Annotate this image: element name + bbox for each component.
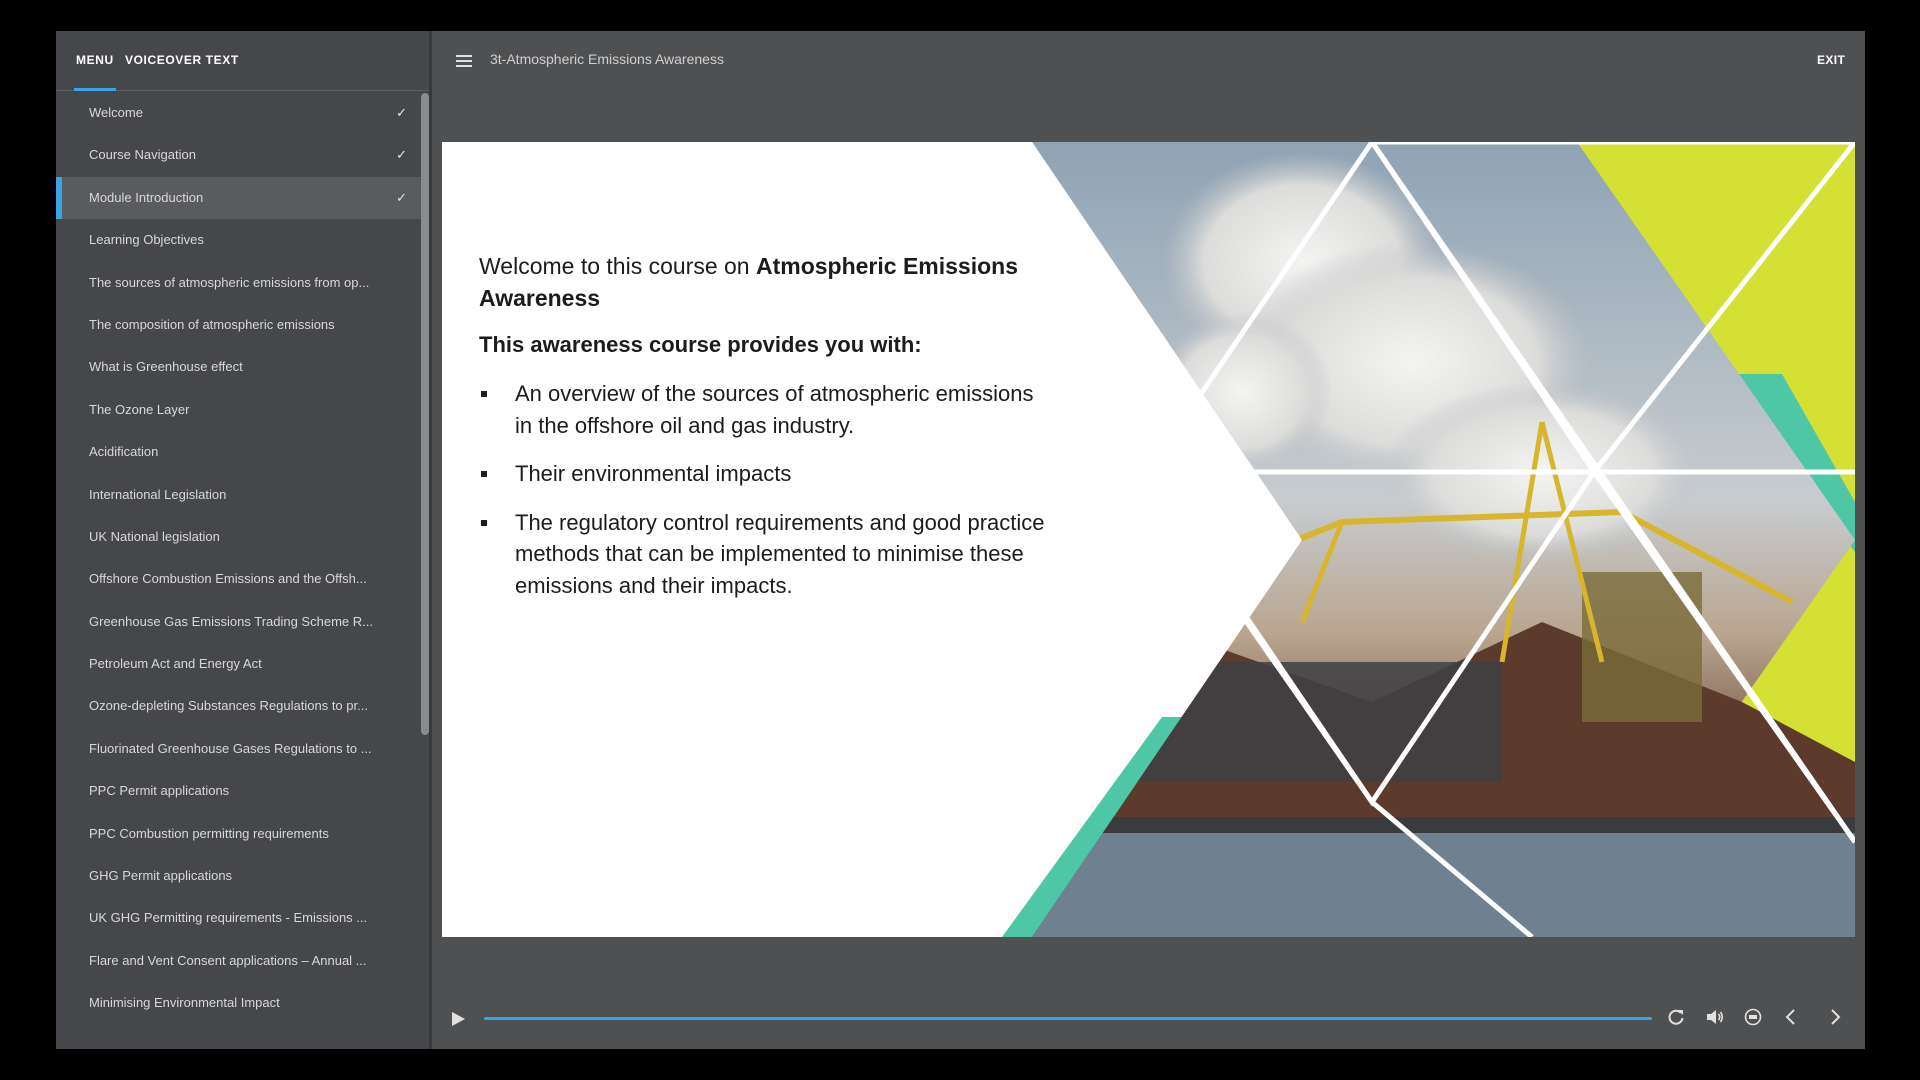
sidebar-item-label: Course Navigation xyxy=(89,147,196,163)
sidebar-item[interactable]: Petroleum Act and Energy Act xyxy=(56,643,421,685)
bullet-list: An overview of the sources of atmospheri… xyxy=(479,378,1049,601)
sidebar-item-label: The composition of atmospheric emissions xyxy=(89,316,335,332)
sidebar: MENU VOICEOVER TEXT Welcome ✓ Course Navig… xyxy=(56,31,432,1049)
chevron-left-icon[interactable] xyxy=(1784,1007,1798,1027)
sidebar-item-label: UK GHG Permitting requirements - Emissio… xyxy=(89,910,368,926)
captions-icon[interactable] xyxy=(1742,1007,1764,1027)
sidebar-item-label: International Legislation xyxy=(89,486,227,502)
sidebar-scrollbar-thumb[interactable] xyxy=(421,93,429,735)
sidebar-item[interactable]: Learning Objectives xyxy=(56,219,421,261)
exit-button[interactable]: EXIT xyxy=(1817,53,1845,67)
progress-bar[interactable] xyxy=(484,1017,1652,1020)
sidebar-item[interactable]: What is Greenhouse effect xyxy=(56,346,421,388)
sidebar-item[interactable]: Course Navigation ✓ xyxy=(56,134,421,176)
checkmark-icon: ✓ xyxy=(396,189,407,205)
replay-icon[interactable] xyxy=(1666,1007,1686,1027)
slide-heading: Welcome to this course on Atmospheric Em… xyxy=(479,250,1049,314)
sidebar-item-label: PPC Permit applications xyxy=(89,783,230,799)
checkmark-icon: ✓ xyxy=(396,147,407,163)
sidebar-item-label: Module Introduction xyxy=(89,189,204,205)
sidebar-item-label: What is Greenhouse effect xyxy=(89,359,243,375)
sidebar-item-label: The Ozone Layer xyxy=(89,401,190,417)
bullet-item: An overview of the sources of atmospheri… xyxy=(479,378,1049,441)
heading-prefix: Welcome to this course on xyxy=(479,253,756,279)
sidebar-item[interactable]: Fluorinated Greenhouse Gases Regulations… xyxy=(56,728,421,770)
sidebar-item-label: Ozone-depleting Substances Regulations t… xyxy=(89,698,368,714)
sidebar-item-label: Fluorinated Greenhouse Gases Regulations… xyxy=(89,740,372,756)
bullet-item: Their environmental impacts xyxy=(479,458,1049,490)
active-tab-indicator xyxy=(74,88,116,91)
sidebar-item[interactable]: Ozone-depleting Substances Regulations t… xyxy=(56,685,421,727)
course-title: 3t-Atmospheric Emissions Awareness xyxy=(490,51,724,67)
sidebar-item[interactable]: International Legislation xyxy=(56,474,421,516)
slide-text: Welcome to this course on Atmospheric Em… xyxy=(479,250,1049,618)
sidebar-item-label: Welcome xyxy=(89,105,143,120)
sidebar-item-label: UK National legislation xyxy=(89,528,220,544)
sidebar-item-label: Flare and Vent Consent applications – An… xyxy=(89,952,367,968)
sidebar-item[interactable]: GHG Permit applications xyxy=(56,855,421,897)
sidebar-item-label: Offshore Combustion Emissions and the Of… xyxy=(89,571,367,587)
sidebar-item[interactable]: UK GHG Permitting requirements - Emissio… xyxy=(56,897,421,939)
sidebar-item[interactable]: Flare and Vent Consent applications – An… xyxy=(56,940,421,982)
sidebar-item-label: Acidification xyxy=(89,444,159,460)
sidebar-item-label: Petroleum Act and Energy Act xyxy=(89,656,262,672)
chevron-right-icon[interactable] xyxy=(1828,1007,1842,1027)
sidebar-item[interactable]: Minimising Environmental Impact xyxy=(56,982,421,1024)
tab-voiceover-text[interactable]: VOICEOVER TEXT xyxy=(125,53,239,67)
sidebar-item[interactable]: Welcome ✓ xyxy=(56,92,421,134)
sidebar-tabs: MENU VOICEOVER TEXT xyxy=(56,31,429,91)
menu-list: Welcome ✓ Course Navigation ✓ Module Introdu… xyxy=(56,92,421,1049)
sidebar-item[interactable]: UK National legislation xyxy=(56,516,421,558)
sidebar-item[interactable]: Module Introduction ✓ xyxy=(56,176,421,220)
course-player: MENU VOICEOVER TEXT Welcome ✓ Course Navig… xyxy=(56,31,1865,1049)
sidebar-item-label: Learning Objectives xyxy=(89,232,204,248)
sidebar-item[interactable]: Acidification xyxy=(56,431,421,473)
sidebar-item[interactable]: The sources of atmospheric emissions fro… xyxy=(56,262,421,304)
slide-subheading: This awareness course provides you with: xyxy=(479,332,922,357)
checkmark-icon: ✓ xyxy=(396,105,407,120)
slide: Welcome to this course on Atmospheric Em… xyxy=(442,142,1855,937)
sidebar-item-label: The sources of atmospheric emissions fro… xyxy=(89,274,370,290)
sidebar-item[interactable]: Greenhouse Gas Emissions Trading Scheme … xyxy=(56,601,421,643)
play-icon[interactable] xyxy=(450,1010,466,1028)
hamburger-icon[interactable] xyxy=(454,53,474,69)
sidebar-item-label: GHG Permit applications xyxy=(89,868,233,884)
sidebar-item[interactable]: PPC Permit applications xyxy=(56,770,421,812)
sidebar-item[interactable]: The composition of atmospheric emissions xyxy=(56,304,421,346)
tab-menu[interactable]: MENU xyxy=(76,53,114,67)
sidebar-item[interactable]: PPC Combustion permitting requirements xyxy=(56,813,421,855)
sidebar-item[interactable]: The Ozone Layer xyxy=(56,389,421,431)
bullet-item: The regulatory control requirements and … xyxy=(479,507,1049,602)
sidebar-item-label: Greenhouse Gas Emissions Trading Scheme … xyxy=(89,613,373,629)
sidebar-item[interactable]: Offshore Combustion Emissions and the Of… xyxy=(56,558,421,600)
volume-icon[interactable] xyxy=(1704,1007,1726,1027)
sidebar-item-label: Minimising Environmental Impact xyxy=(89,995,280,1011)
sidebar-item-label: PPC Combustion permitting requirements xyxy=(89,825,329,841)
